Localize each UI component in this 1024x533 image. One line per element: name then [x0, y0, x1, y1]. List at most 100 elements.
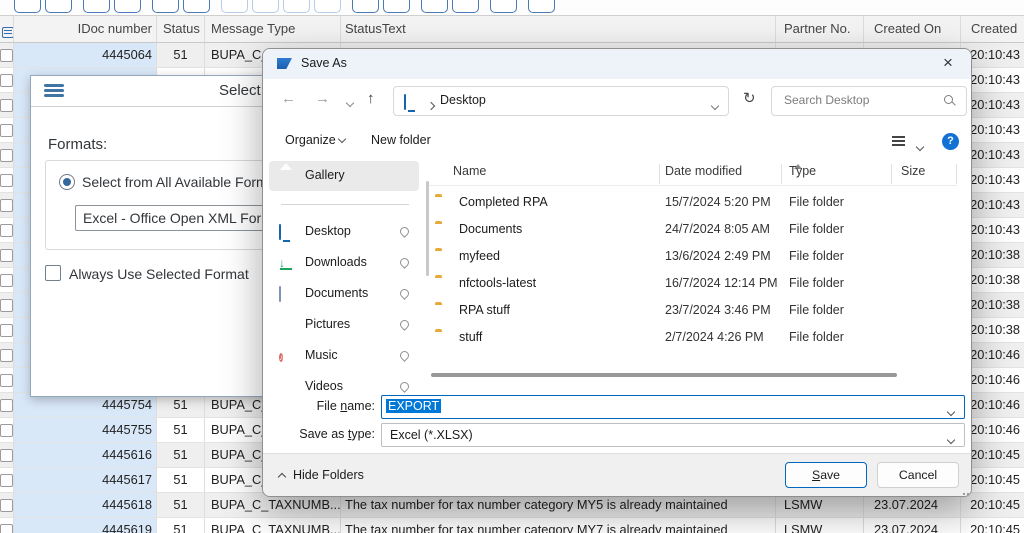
view-options-icon[interactable] [892, 136, 905, 148]
row-checkbox[interactable] [0, 49, 13, 62]
idoc-number-cell[interactable]: 4445619 [14, 518, 157, 533]
row-checkbox[interactable] [0, 499, 13, 512]
savetype-dropdown-icon[interactable] [946, 432, 956, 446]
address-dropdown-icon[interactable] [710, 98, 720, 112]
idoc-number-cell[interactable]: 4445064 [14, 43, 157, 68]
row-checkbox[interactable] [0, 249, 13, 262]
savetype-label: Save as type: [299, 427, 375, 441]
back-icon[interactable]: ← [281, 90, 296, 107]
radio-all-formats[interactable] [59, 174, 75, 190]
breadcrumb-desktop[interactable]: Desktop [440, 93, 486, 107]
filename-input[interactable]: EXPORT [381, 395, 965, 419]
idoc-number-cell[interactable]: 4445755 [14, 418, 157, 443]
toolbar-button[interactable] [283, 0, 310, 13]
address-bar[interactable]: Desktop [393, 86, 729, 116]
toolbar-button[interactable] [14, 0, 41, 13]
cancel-button[interactable]: Cancel [877, 462, 959, 488]
toolbar-button[interactable] [528, 0, 555, 13]
save-button[interactable]: Save [785, 462, 867, 488]
table-row[interactable]: 4445619 51 BUPA_C_TAXNUMB... The tax number… [0, 518, 1024, 533]
row-checkbox[interactable] [0, 524, 13, 533]
toolbar-button[interactable] [352, 0, 379, 13]
idoc-number-cell[interactable]: 4445618 [14, 493, 157, 518]
sidebar-item-documents[interactable]: Documents [269, 279, 419, 309]
toolbar-button[interactable] [421, 0, 448, 13]
idoc-number-cell[interactable]: 4445616 [14, 443, 157, 468]
titlebar[interactable]: Save As × [263, 49, 971, 79]
file-row[interactable]: stuff 2/7/2024 4:26 PM File folder [429, 324, 957, 351]
view-dropdown-icon[interactable] [915, 139, 925, 153]
sidebar-item-gallery[interactable]: Gallery [269, 161, 419, 191]
toolbar-button[interactable] [152, 0, 179, 13]
toolbar-button[interactable] [114, 0, 141, 13]
file-list: Name Date modified Type Size Completed R… [429, 159, 959, 393]
row-checkbox[interactable] [0, 474, 13, 487]
row-checkbox[interactable] [0, 274, 13, 287]
row-checkbox[interactable] [0, 349, 13, 362]
forward-icon[interactable]: → [315, 90, 330, 107]
column-size[interactable]: Size [901, 164, 925, 178]
toolbar-button[interactable] [383, 0, 410, 13]
column-header-status[interactable]: Status [157, 16, 205, 42]
select-all-cell[interactable] [0, 16, 14, 42]
file-row[interactable]: Completed RPA 15/7/2024 5:20 PM File folde… [429, 189, 957, 216]
row-checkbox[interactable] [0, 299, 13, 312]
always-use-checkbox[interactable] [45, 265, 61, 281]
hide-folders-button[interactable]: Hide Folders [277, 468, 364, 482]
pin-icon [398, 349, 411, 362]
row-checkbox[interactable] [0, 99, 13, 112]
file-row[interactable]: myfeed 13/6/2024 2:49 PM File folder [429, 243, 957, 270]
row-checkbox[interactable] [0, 199, 13, 212]
row-checkbox[interactable] [0, 174, 13, 187]
row-checkbox[interactable] [0, 124, 13, 137]
row-checkbox[interactable] [0, 74, 13, 87]
sidebar-item-desktop[interactable]: Desktop [269, 217, 419, 247]
sidebar-item-music[interactable]: ♪ Music [269, 341, 419, 371]
column-header-idoc[interactable]: IDoc number [14, 16, 157, 42]
sidebar-item-pictures[interactable]: Pictures [269, 310, 419, 340]
resize-grip[interactable] [967, 493, 969, 495]
column-header-message-type[interactable]: Message Type [205, 16, 341, 42]
toolbar-button[interactable] [314, 0, 341, 13]
toolbar-button[interactable] [452, 0, 479, 13]
row-checkbox[interactable] [0, 374, 13, 387]
column-header-statustext[interactable]: StatusText [341, 16, 776, 42]
help-icon[interactable]: ? [942, 133, 959, 150]
column-header-partner[interactable]: Partner No. [776, 16, 864, 42]
menu-icon[interactable] [44, 84, 64, 98]
toolbar-button[interactable] [490, 0, 517, 13]
row-checkbox[interactable] [0, 449, 13, 462]
toolbar-button[interactable] [252, 0, 279, 13]
column-header-created-on[interactable]: Created On [864, 16, 961, 42]
new-folder-button[interactable]: New folder [371, 133, 431, 147]
filename-dropdown-icon[interactable] [946, 404, 956, 418]
sidebar-item-downloads[interactable]: ↓ Downloads [269, 248, 419, 278]
up-icon[interactable]: ↑ [367, 90, 375, 107]
row-checkbox[interactable] [0, 149, 13, 162]
organize-button[interactable]: Organize [285, 133, 347, 147]
idoc-number-cell[interactable]: 4445617 [14, 468, 157, 493]
toolbar-button[interactable] [83, 0, 110, 13]
search-box[interactable]: Search Desktop [771, 86, 967, 116]
column-name[interactable]: Name [453, 164, 486, 178]
close-icon[interactable]: × [931, 49, 965, 79]
row-checkbox[interactable] [0, 224, 13, 237]
horizontal-scrollbar[interactable] [431, 373, 897, 377]
file-row[interactable]: Documents 24/7/2024 8:05 AM File folder [429, 216, 957, 243]
column-header-created[interactable]: Created [961, 16, 1024, 42]
recent-locations-icon[interactable] [345, 93, 355, 110]
savetype-select[interactable]: Excel (*.XLSX) [381, 423, 965, 447]
row-checkbox[interactable] [0, 324, 13, 337]
status-cell: 51 [157, 443, 205, 468]
sidebar-item-videos[interactable]: Videos [269, 372, 419, 393]
column-date-modified[interactable]: Date modified [665, 164, 742, 178]
row-checkbox[interactable] [0, 424, 13, 437]
toolbar-button[interactable] [45, 0, 72, 13]
file-row[interactable]: nfctools-latest 16/7/2024 12:14 PM File fo… [429, 270, 957, 297]
row-checkbox[interactable] [0, 399, 13, 412]
file-row[interactable]: RPA stuff 23/7/2024 3:46 PM File folder [429, 297, 957, 324]
toolbar-button[interactable] [183, 0, 210, 13]
refresh-icon[interactable]: ↻ [743, 89, 756, 107]
column-type[interactable]: Type [789, 164, 816, 178]
toolbar-button[interactable] [221, 0, 248, 13]
